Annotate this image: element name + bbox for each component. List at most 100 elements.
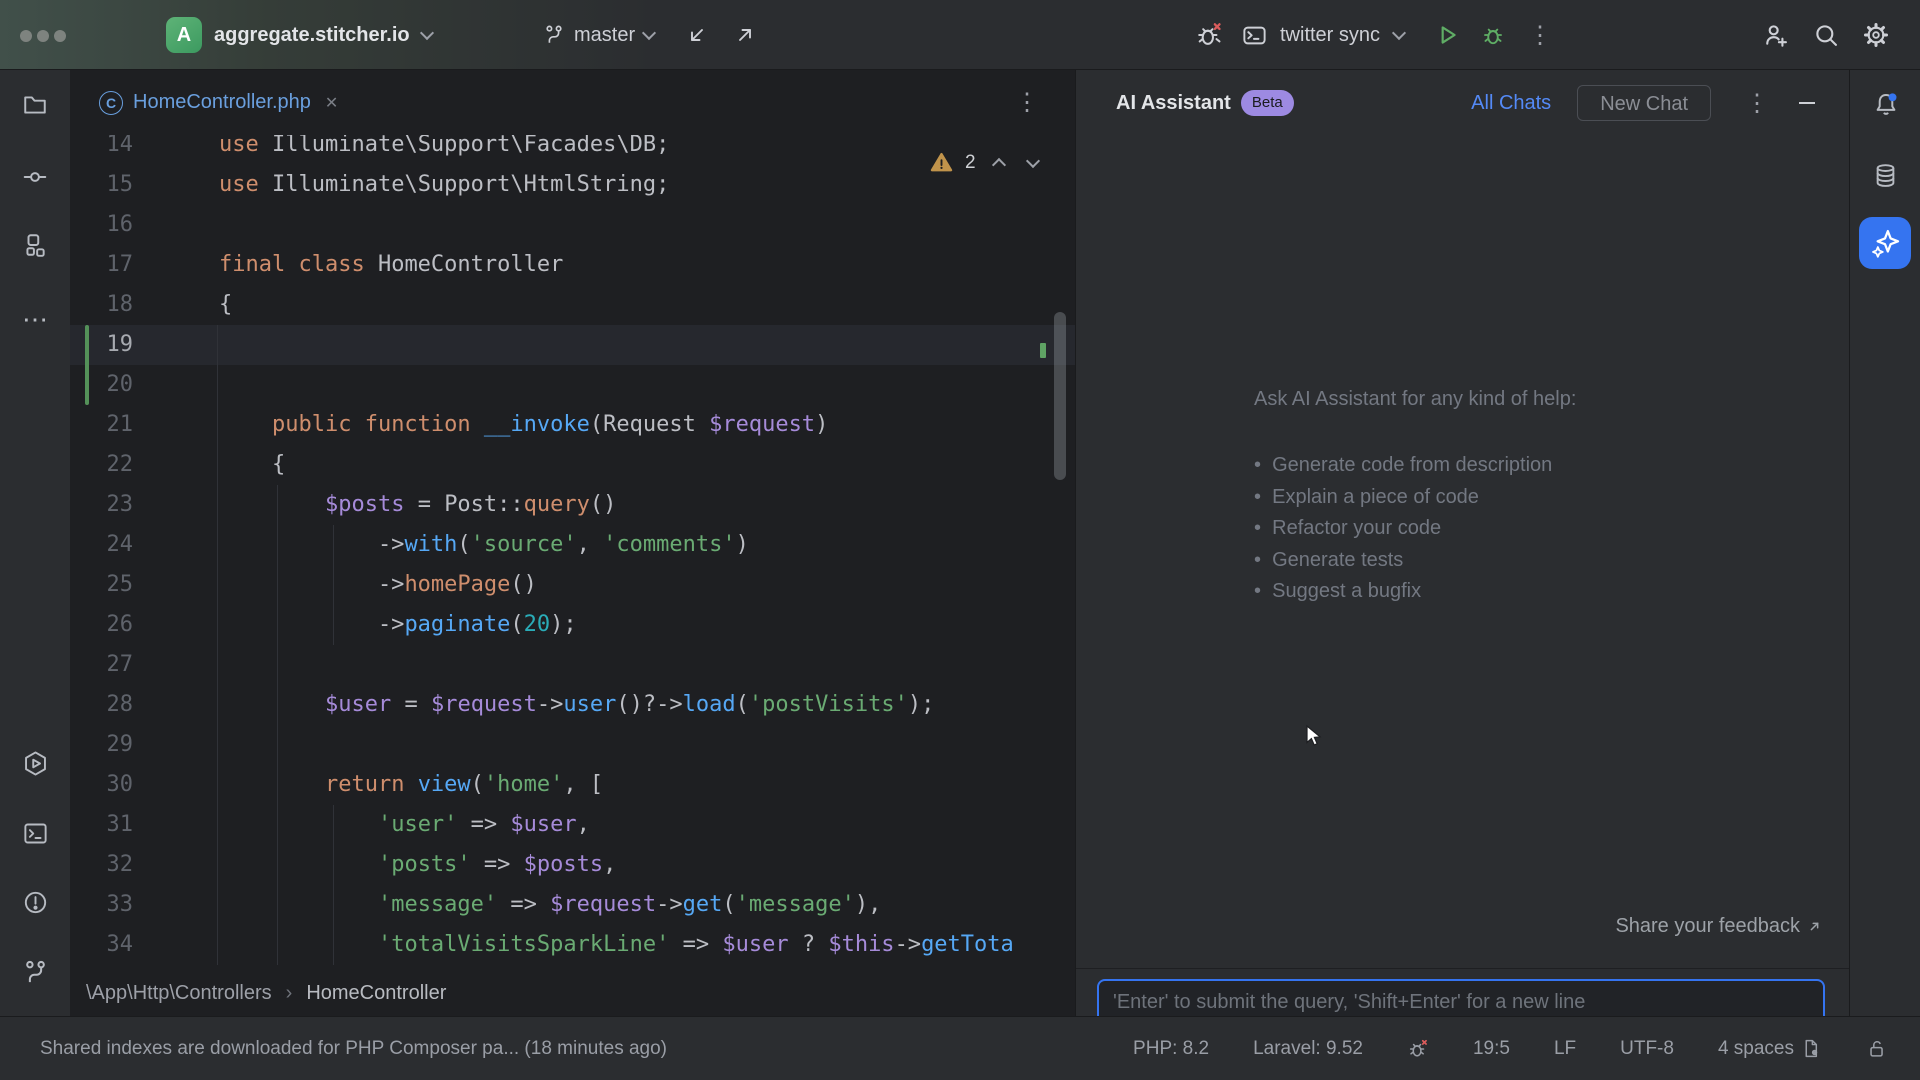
new-chat-button[interactable]: New Chat [1577,85,1711,121]
close-icon[interactable]: ✕ [325,93,338,113]
update-project-button[interactable] [685,23,709,47]
search-icon[interactable] [1812,21,1840,49]
hint-item: Explain a piece of code [1254,482,1576,514]
hint-item: Generate tests [1254,545,1576,577]
share-feedback-link[interactable]: Share your feedback [1615,915,1822,938]
commit-icon[interactable] [22,164,48,190]
ai-assistant-panel: AI Assistant Beta All Chats New Chat ⋮ A… [1075,70,1849,1016]
code-line[interactable]: 26 ->paginate(20); [70,605,1075,645]
version-control-icon[interactable] [22,959,49,986]
warning-count[interactable]: 2 [965,152,976,174]
file-settings-icon [1801,1038,1822,1059]
next-problem-button[interactable] [1022,152,1044,174]
terminal-icon[interactable] [22,820,49,847]
project-widget[interactable]: A aggregate.stitcher.io [166,0,432,70]
all-chats-link[interactable]: All Chats [1471,92,1551,115]
php-version-widget[interactable]: PHP: 8.2 [1133,1038,1209,1060]
indent-widget[interactable]: 4 spaces [1718,1038,1822,1060]
caret-position-widget[interactable]: 19:5 [1473,1038,1510,1060]
code-line[interactable]: 23 $posts = Post::query() [70,485,1075,525]
status-message[interactable]: Shared indexes are downloaded for PHP Co… [40,1038,667,1060]
error-stripe-change-mark[interactable] [1040,343,1046,358]
project-folder-icon[interactable] [22,92,48,118]
encoding-widget[interactable]: UTF-8 [1620,1038,1674,1060]
settings-gear-icon[interactable] [1862,21,1890,49]
chevron-down-icon [420,26,434,40]
more-tool-windows-icon[interactable]: ⋯ [22,306,48,332]
window-zoom-button[interactable] [54,30,66,42]
code-line[interactable]: 14use Illuminate\Support\Facades\DB; [70,135,1075,165]
code-line[interactable]: 29 [70,725,1075,765]
previous-problem-button[interactable] [988,152,1010,174]
indent-guide [333,525,334,645]
code-text: { [133,285,232,325]
problems-icon[interactable] [22,889,49,916]
window-close-button[interactable] [20,30,32,42]
code-line[interactable]: 24 ->with('source', 'comments') [70,525,1075,565]
code-line[interactable]: 27 [70,645,1075,685]
code-line[interactable]: 21 public function __invoke(Request $req… [70,405,1075,445]
chevron-down-icon[interactable] [1392,26,1406,40]
indent-guide [217,325,218,965]
line-number: 19 [70,325,133,365]
code-text: 'message' => $request->get('message'), [133,885,881,925]
left-activity-bar: ⋯ [0,70,70,1016]
debugger-disconnected-icon[interactable] [1407,1038,1429,1060]
services-icon[interactable] [22,750,49,777]
line-number: 33 [70,885,133,925]
code-line[interactable]: 28 $user = $request->user()?->load('post… [70,685,1075,725]
code-editor[interactable]: 14use Illuminate\Support\Facades\DB;15us… [70,135,1075,970]
push-button[interactable] [733,23,757,47]
code-line[interactable]: 20 [70,365,1075,405]
vcs-change-marker[interactable] [85,325,89,405]
run-button[interactable] [1434,22,1460,48]
code-line[interactable]: 33 'message' => $request->get('message')… [70,885,1075,925]
breadcrumb-namespace[interactable]: \App\Http\Controllers [86,982,272,1005]
debug-button[interactable] [1480,22,1506,48]
window-controls[interactable] [20,30,66,42]
editor-tab-bar: C HomeController.php ✕ ⋮ [70,70,1075,135]
add-user-icon[interactable] [1762,21,1790,49]
ai-panel-title: AI Assistant [1116,92,1231,115]
debugger-disconnected-icon[interactable] [1195,21,1223,49]
tab-options-kebab[interactable]: ⋮ [1015,88,1039,117]
code-line[interactable]: 31 'user' => $user, [70,805,1075,845]
line-number: 27 [70,645,133,685]
breadcrumb-class[interactable]: HomeController [306,982,446,1005]
run-config-icon[interactable] [1241,22,1268,49]
code-text: $user = $request->user()?->load('postVis… [133,685,934,725]
window-minimize-button[interactable] [37,30,49,42]
chevron-down-icon [642,26,656,40]
ai-hints: Ask AI Assistant for any kind of help: G… [1254,387,1576,608]
line-ending-widget[interactable]: LF [1554,1038,1576,1060]
line-number: 23 [70,485,133,525]
code-line[interactable]: 32 'posts' => $posts, [70,845,1075,885]
line-number: 26 [70,605,133,645]
editor-scrollbar[interactable] [1054,312,1066,480]
run-config-name[interactable]: twitter sync [1280,24,1380,47]
notifications-bell-icon[interactable] [1872,91,1900,119]
code-line[interactable]: 19 [70,325,1075,365]
structure-icon[interactable] [22,232,48,258]
branch-widget[interactable]: master [543,0,654,70]
hide-panel-button[interactable] [1799,102,1815,104]
code-text: 'posts' => $posts, [133,845,616,885]
code-line[interactable]: 30 return view('home', [ [70,765,1075,805]
code-line[interactable]: 18{ [70,285,1075,325]
more-actions-kebab[interactable]: ⋮ [1528,21,1552,50]
database-icon[interactable] [1872,162,1899,189]
code-line[interactable]: 16 [70,205,1075,245]
code-line[interactable]: 34 'totalVisitsSparkLine' => $user ? $th… [70,925,1075,965]
laravel-version-widget[interactable]: Laravel: 9.52 [1253,1038,1363,1060]
ai-assistant-tool-icon[interactable] [1859,217,1911,269]
code-line[interactable]: 22 { [70,445,1075,485]
tab-homecontroller[interactable]: C HomeController.php ✕ [85,70,352,135]
code-line[interactable]: 25 ->homePage() [70,565,1075,605]
unlocked-icon[interactable] [1866,1038,1888,1060]
breadcrumb-separator-icon: › [286,982,293,1005]
line-number: 31 [70,805,133,845]
ai-options-kebab[interactable]: ⋮ [1745,89,1769,118]
code-line[interactable]: 17final class HomeController [70,245,1075,285]
code-line[interactable]: 15use Illuminate\Support\HtmlString; [70,165,1075,205]
warning-triangle-icon[interactable] [930,151,953,174]
